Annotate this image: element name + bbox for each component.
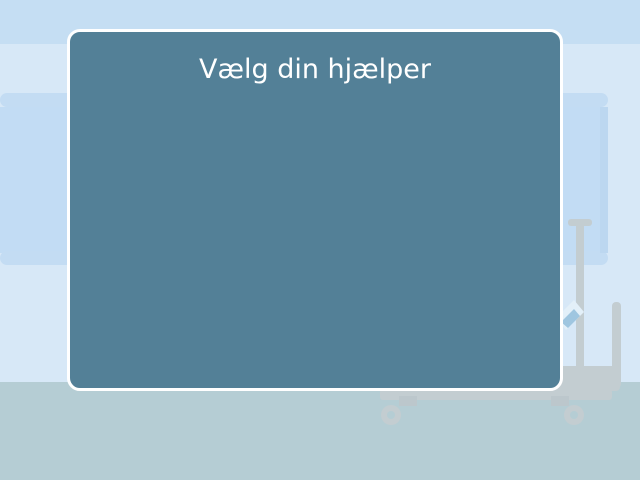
helper-options-area	[90, 112, 540, 368]
dialog-title: Vælg din hjælper	[198, 54, 432, 85]
helper-selection-dialog: Vælg din hjælper	[67, 29, 563, 391]
bed-wheel-right-hub	[570, 411, 578, 419]
window-frame-side	[600, 107, 608, 253]
bed-leg-left	[399, 396, 417, 406]
bed-leg-right	[551, 396, 569, 406]
bed-wheel-left-hub	[387, 411, 395, 419]
game-stage: Vælg din hjælper	[0, 0, 640, 480]
